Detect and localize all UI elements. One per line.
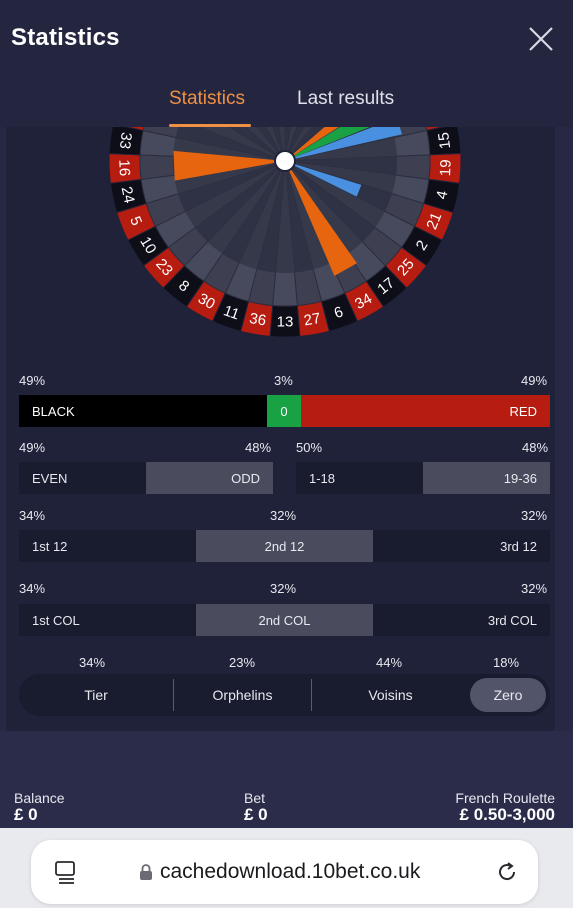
dozen-3-bar: 3rd 12 bbox=[373, 530, 550, 562]
sector-zero-label: Zero bbox=[493, 687, 523, 703]
black-bar: BLACK bbox=[19, 395, 267, 427]
wheel-hub bbox=[274, 150, 296, 172]
high-label: 19-36 bbox=[503, 470, 537, 486]
header bbox=[0, 0, 573, 127]
red-percent: 49% bbox=[521, 373, 548, 388]
tier-percent: 34% bbox=[79, 655, 106, 670]
bet-value: £ 0 bbox=[244, 805, 268, 824]
tab-statistics[interactable]: Statistics bbox=[169, 88, 245, 110]
dozen-3-label: 3rd 12 bbox=[500, 538, 537, 554]
low-percent: 50% bbox=[296, 440, 323, 455]
dozen-2-percent: 32% bbox=[270, 508, 297, 523]
even-bar: EVEN bbox=[19, 462, 146, 494]
lock-icon bbox=[140, 864, 152, 880]
page-title: Statistics bbox=[11, 24, 120, 51]
red-label: RED bbox=[509, 403, 537, 419]
wheel-pocket-number: 15 bbox=[435, 131, 454, 150]
even-percent: 49% bbox=[19, 440, 46, 455]
wheel-pocket-number: 13 bbox=[277, 314, 294, 331]
odd-percent: 48% bbox=[245, 440, 272, 455]
wheel-pocket-number: 27 bbox=[303, 310, 322, 330]
even-label: EVEN bbox=[32, 470, 68, 486]
wheel-pocket-number: 19 bbox=[437, 159, 455, 176]
sector-zero[interactable]: Zero bbox=[470, 674, 546, 716]
reader-icon[interactable] bbox=[54, 860, 78, 884]
sector-voisins-label: Voisins bbox=[368, 687, 413, 703]
odd-bar: ODD bbox=[146, 462, 273, 494]
low-label: 1-18 bbox=[309, 470, 336, 486]
black-percent: 49% bbox=[19, 373, 46, 388]
orphelins-percent: 23% bbox=[229, 655, 256, 670]
url-text: cachedownload.10bet.co.uk bbox=[160, 860, 421, 883]
sector-orphelins-label: Orphelins bbox=[212, 687, 273, 703]
voisins-percent: 44% bbox=[376, 655, 403, 670]
column-1-label: 1st COL bbox=[32, 612, 80, 628]
column-2-bar: 2nd COL bbox=[196, 604, 373, 636]
high-bar: 19-36 bbox=[423, 462, 550, 494]
close-icon bbox=[529, 27, 553, 51]
balance-value: £ 0 bbox=[14, 805, 38, 824]
column-1-percent: 34% bbox=[19, 581, 46, 596]
column-3-label: 3rd COL bbox=[487, 612, 537, 628]
column-2-percent: 32% bbox=[270, 581, 297, 596]
dozen-2-label: 2nd 12 bbox=[264, 538, 305, 554]
column-2-label: 2nd COL bbox=[258, 612, 311, 628]
close-button[interactable] bbox=[523, 20, 559, 56]
zero-label: 0 bbox=[280, 403, 288, 419]
wheel-pocket-number: 33 bbox=[116, 131, 135, 150]
odd-label: ODD bbox=[231, 470, 260, 486]
reload-icon[interactable] bbox=[495, 860, 519, 884]
wheel-graphic: 15194212251734627133611308231052416337 bbox=[108, 127, 462, 338]
low-bar: 1-18 bbox=[296, 462, 423, 494]
dozen-1-bar: 1st 12 bbox=[19, 530, 196, 562]
sector-tier-label: Tier bbox=[84, 687, 108, 703]
bet-limits: £ 0.50-3,000 bbox=[459, 805, 555, 824]
black-label: BLACK bbox=[32, 403, 75, 419]
bet-label: Bet bbox=[244, 790, 266, 806]
wheel-pocket-number: 16 bbox=[115, 159, 133, 176]
dozen-2-bar: 2nd 12 bbox=[196, 530, 373, 562]
tab-last-results[interactable]: Last results bbox=[297, 88, 394, 110]
game-name: French Roulette bbox=[455, 790, 555, 806]
sector-tier[interactable]: Tier bbox=[19, 674, 173, 716]
dozen-1-label: 1st 12 bbox=[32, 538, 68, 554]
wheel-pocket-number: 36 bbox=[248, 310, 267, 330]
column-3-bar: 3rd COL bbox=[373, 604, 550, 636]
dozen-1-percent: 34% bbox=[19, 508, 46, 523]
wheel-pocket-number: 24 bbox=[118, 185, 138, 205]
wheel-pockets: 15194212251734627133611308231052416337 bbox=[108, 127, 462, 338]
column-3-percent: 32% bbox=[521, 581, 548, 596]
sector-selector: Tier Orphelins Voisins Zero bbox=[19, 674, 550, 716]
red-bar: RED bbox=[301, 395, 550, 427]
zero-percent: 3% bbox=[274, 373, 293, 388]
sector-voisins[interactable]: Voisins bbox=[312, 674, 469, 716]
zero-sector-percent: 18% bbox=[493, 655, 520, 670]
high-percent: 48% bbox=[522, 440, 549, 455]
balance-label: Balance bbox=[14, 790, 65, 806]
dozen-3-percent: 32% bbox=[521, 508, 548, 523]
column-1-bar: 1st COL bbox=[19, 604, 196, 636]
roulette-wheel: 15194212251734627133611308231052416337 bbox=[0, 127, 573, 354]
sector-orphelins[interactable]: Orphelins bbox=[174, 674, 311, 716]
zero-bar: 0 bbox=[267, 395, 301, 427]
